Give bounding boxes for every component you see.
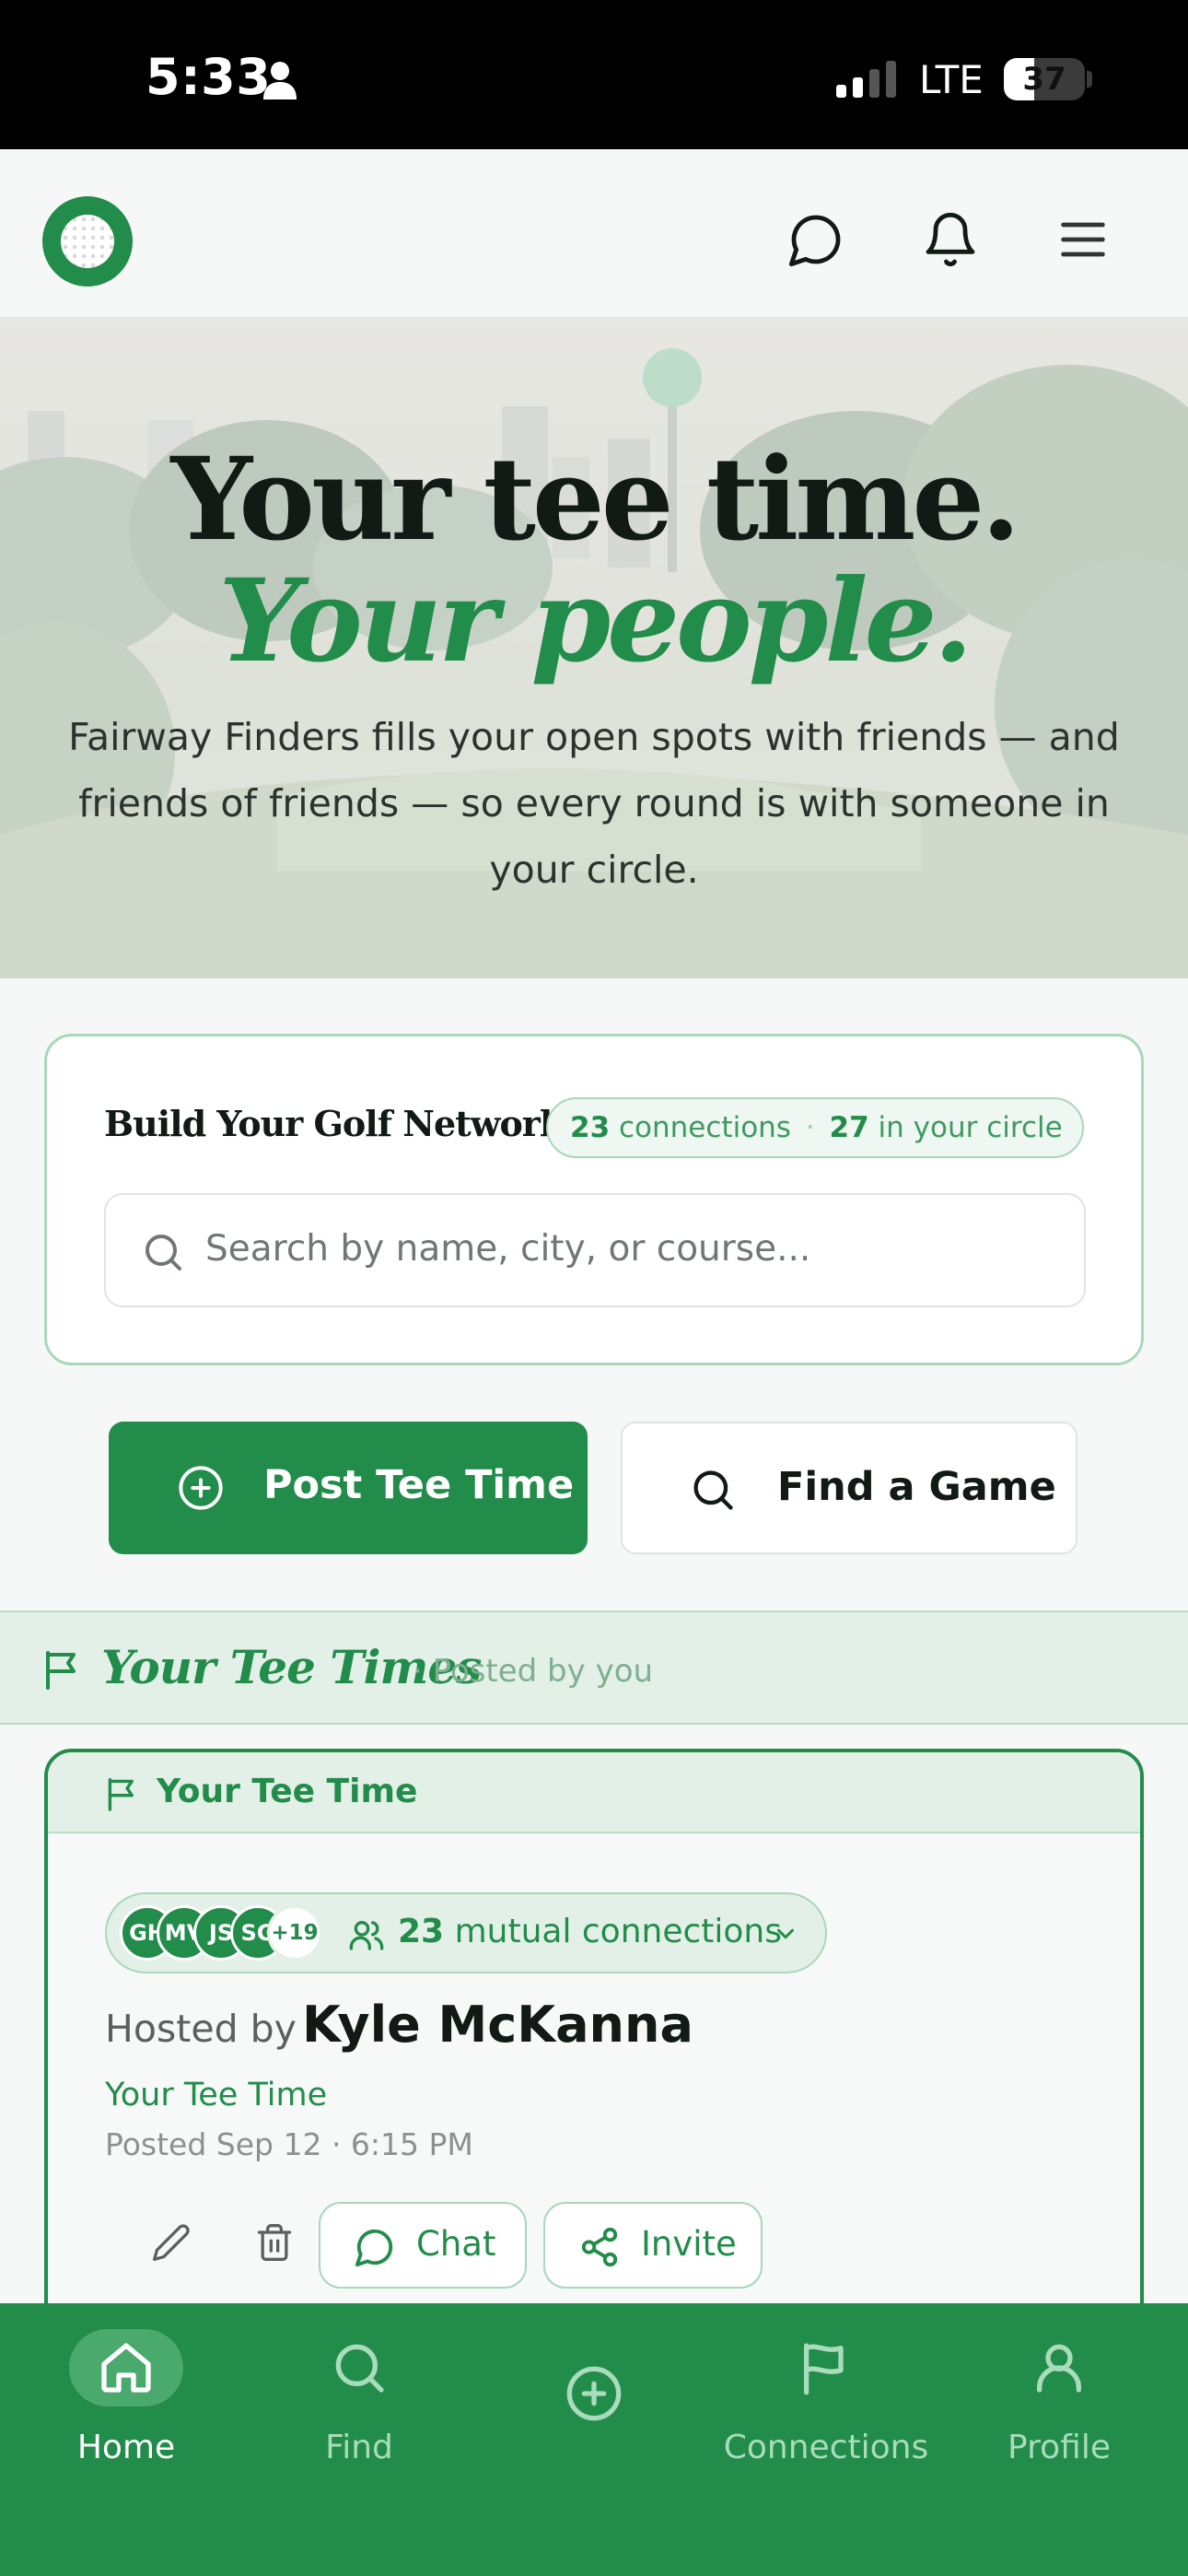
network-stats-badge: 23 connections · 27 in your circle: [546, 1097, 1084, 1158]
signal-icon: [836, 61, 896, 98]
tee-time-subtitle: Your Tee Time: [105, 2077, 328, 2113]
tab-home-label: Home: [76, 2429, 176, 2466]
top-nav: [0, 149, 1188, 319]
status-bar: 5:33 LTE 37: [0, 0, 1188, 149]
pencil-icon: [153, 2224, 190, 2261]
tab-profile-label: Profile: [1007, 2429, 1111, 2466]
app-logo[interactable]: [42, 196, 133, 287]
delete-button[interactable]: [230, 2198, 319, 2287]
plus-circle-icon: [179, 1466, 223, 1510]
circle-label: in your circle: [878, 1111, 1063, 1144]
trash-icon: [257, 2224, 292, 2261]
search-icon: [146, 1235, 181, 1270]
hosted-by-label: Hosted by: [105, 2007, 297, 2051]
connections-count: 23: [570, 1111, 611, 1144]
plus-circle-icon: [566, 2366, 622, 2421]
menu-icon[interactable]: [1054, 210, 1112, 269]
home-icon: [101, 2343, 151, 2393]
post-tee-time-label: Post Tee Time: [263, 1462, 575, 1508]
tee-card-header-label: Your Tee Time: [157, 1773, 418, 1810]
find-game-button[interactable]: Find a Game: [621, 1422, 1077, 1554]
post-tee-time-button[interactable]: Post Tee Time: [109, 1422, 588, 1554]
network-card: Build Your Golf Network 23 connections ·…: [44, 1034, 1144, 1365]
section-subtitle: · Posted by you: [413, 1653, 654, 1690]
mutual-label: mutual connections: [454, 1913, 782, 1950]
tab-find-label: Find: [325, 2429, 393, 2466]
battery-level: 37: [1022, 61, 1066, 98]
tee-times-section-header: Your Tee Times · Posted by you: [0, 1610, 1188, 1725]
avatar-overflow-count: +19: [267, 1905, 322, 1961]
user-icon: [1037, 2344, 1081, 2393]
chevron-down-icon: [777, 1928, 794, 1939]
find-game-label: Find a Game: [777, 1464, 1056, 1510]
hero-subtitle: Fairway Finders fills your open spots wi…: [68, 715, 1120, 892]
chat-button-label: Chat: [416, 2224, 496, 2264]
users-icon: [349, 1921, 384, 1950]
network-type: LTE: [919, 57, 984, 102]
connections-label: connections: [619, 1111, 791, 1144]
bottom-tab-bar: Home Find Connections Profile: [0, 2303, 1188, 2576]
tab-connections[interactable]: Connections: [724, 2338, 928, 2476]
tab-home[interactable]: Home: [34, 2329, 218, 2476]
edit-button[interactable]: [127, 2198, 215, 2287]
bell-icon[interactable]: [921, 210, 980, 269]
tab-find[interactable]: Find: [267, 2338, 451, 2476]
battery-cap: [1087, 71, 1092, 88]
host-name[interactable]: Kyle McKanna: [302, 1996, 693, 2054]
golf-ball-icon: [61, 215, 114, 268]
invite-button-label: Invite: [641, 2224, 737, 2264]
search-placeholder: Search by name, city, or course...: [205, 1228, 811, 1270]
mutual-connections-text: 23 mutual connections: [398, 1913, 782, 1950]
search-icon: [693, 1470, 733, 1510]
hero-title-accent: Your people.: [218, 555, 973, 688]
flag-icon: [46, 1651, 76, 1690]
flag-icon: [804, 2343, 844, 2395]
mutual-count: 23: [398, 1913, 445, 1950]
mutual-connections-dropdown[interactable]: GH MV JS SG +19 23 mutual connections: [105, 1892, 827, 1973]
network-search-input[interactable]: Search by name, city, or course...: [104, 1193, 1086, 1307]
tee-card-header: Your Tee Time: [48, 1752, 1140, 1833]
flag-icon: [108, 1778, 134, 1811]
network-title: Build Your Golf Network: [104, 1103, 564, 1144]
search-icon: [335, 2344, 384, 2393]
hero-title: Your tee time.: [170, 433, 1021, 567]
chat-bubble-icon: [355, 2229, 393, 2267]
battery-icon: 37: [1004, 58, 1085, 100]
hero-banner: Your tee time. Your people. Fairway Find…: [0, 319, 1188, 978]
chat-bubble-icon[interactable]: [786, 210, 845, 269]
tab-profile[interactable]: Profile: [967, 2338, 1151, 2476]
circle-count: 27: [829, 1111, 869, 1144]
person-icon: [263, 62, 297, 100]
share-icon: [581, 2227, 618, 2267]
invite-button[interactable]: Invite: [543, 2202, 763, 2289]
chat-button[interactable]: Chat: [319, 2202, 527, 2289]
tab-connections-label: Connections: [723, 2429, 929, 2466]
posted-timestamp: Posted Sep 12 · 6:15 PM: [105, 2126, 473, 2162]
status-time: 5:33: [146, 48, 272, 106]
tab-post[interactable]: [502, 2338, 686, 2476]
